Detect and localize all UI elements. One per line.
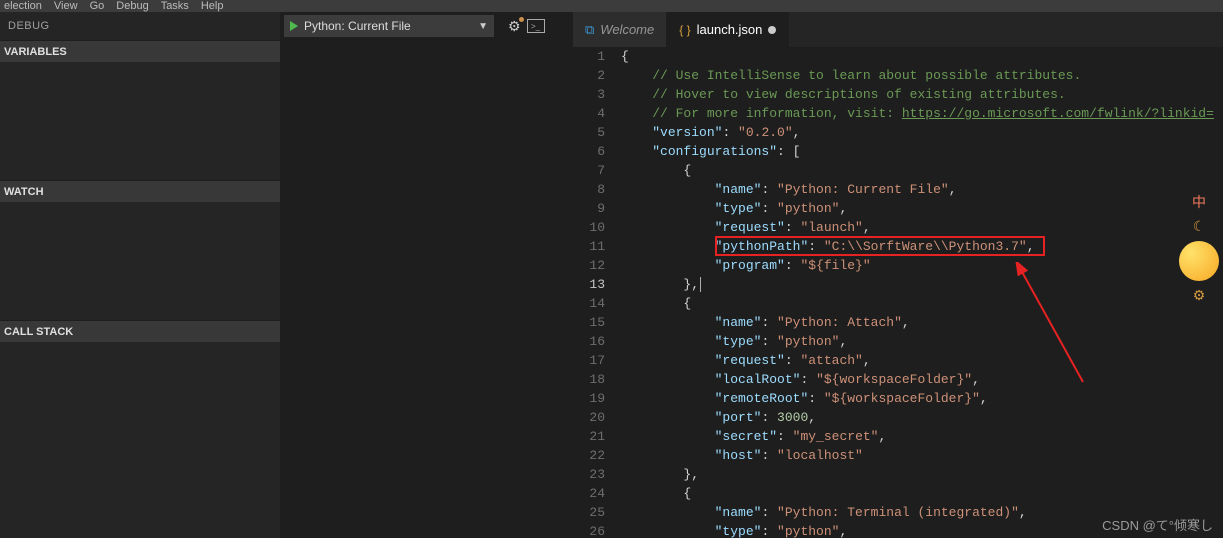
menubar: election View Go Debug Tasks Help — [0, 0, 1223, 12]
gear-icon[interactable]: ⚙ — [508, 18, 521, 35]
tab-label: Welcome — [600, 22, 654, 37]
center-area: Python: Current File ▼ ⚙ >_ — [280, 12, 573, 538]
tab-welcome[interactable]: ⧉ Welcome — [573, 12, 667, 47]
section-watch-header[interactable]: WATCH — [0, 180, 280, 202]
code-editor[interactable]: 1234567891011121314151617181920212223242… — [573, 47, 1223, 538]
debug-config-dropdown[interactable]: Python: Current File ▼ — [284, 15, 494, 37]
watch-body — [0, 202, 280, 320]
debug-toolbar: Python: Current File ▼ ⚙ >_ — [280, 12, 573, 40]
tab-bar: ⧉ Welcome { } launch.json — [573, 12, 1223, 47]
debug-title: DEBUG — [8, 20, 50, 32]
variables-body — [0, 62, 280, 180]
debug-console-icon[interactable]: >_ — [527, 19, 545, 33]
debug-sidebar: DEBUG VARIABLES WATCH CALL STACK — [0, 12, 280, 538]
menu-item[interactable]: Debug — [116, 0, 148, 12]
watermark: CSDN @て°倾寒し — [1102, 515, 1213, 534]
editor-group: ⧉ Welcome { } launch.json 12345678910111… — [573, 12, 1223, 538]
section-callstack-header[interactable]: CALL STACK — [0, 320, 280, 342]
tab-launch-json[interactable]: { } launch.json — [667, 12, 789, 47]
menu-item[interactable]: View — [54, 0, 78, 12]
json-icon: { } — [679, 23, 690, 37]
empty-editor-group — [280, 40, 573, 538]
assistant-widget[interactable]: 中 ☾ ⚙ — [1179, 192, 1219, 304]
tab-label: launch.json — [697, 22, 763, 37]
gear-icon[interactable]: ⚙ — [1193, 287, 1206, 304]
play-icon — [290, 21, 298, 31]
menu-item[interactable]: Tasks — [161, 0, 189, 12]
dirty-indicator-icon — [768, 26, 776, 34]
menu-item[interactable]: Go — [90, 0, 105, 12]
menu-item[interactable]: election — [4, 0, 42, 12]
menu-item[interactable]: Help — [201, 0, 224, 12]
moon-icon: ☾ — [1193, 218, 1206, 235]
section-variables-header[interactable]: VARIABLES — [0, 40, 280, 62]
chevron-down-icon: ▼ — [478, 21, 488, 32]
lang-indicator[interactable]: 中 — [1192, 192, 1206, 212]
assistant-orb-icon[interactable] — [1179, 241, 1219, 281]
callstack-body — [0, 342, 280, 538]
code-content[interactable]: { // Use IntelliSense to learn about pos… — [621, 47, 1223, 538]
vscode-icon: ⧉ — [585, 22, 594, 38]
debug-config-label: Python: Current File — [304, 19, 478, 33]
line-gutter: 1234567891011121314151617181920212223242… — [573, 47, 621, 538]
